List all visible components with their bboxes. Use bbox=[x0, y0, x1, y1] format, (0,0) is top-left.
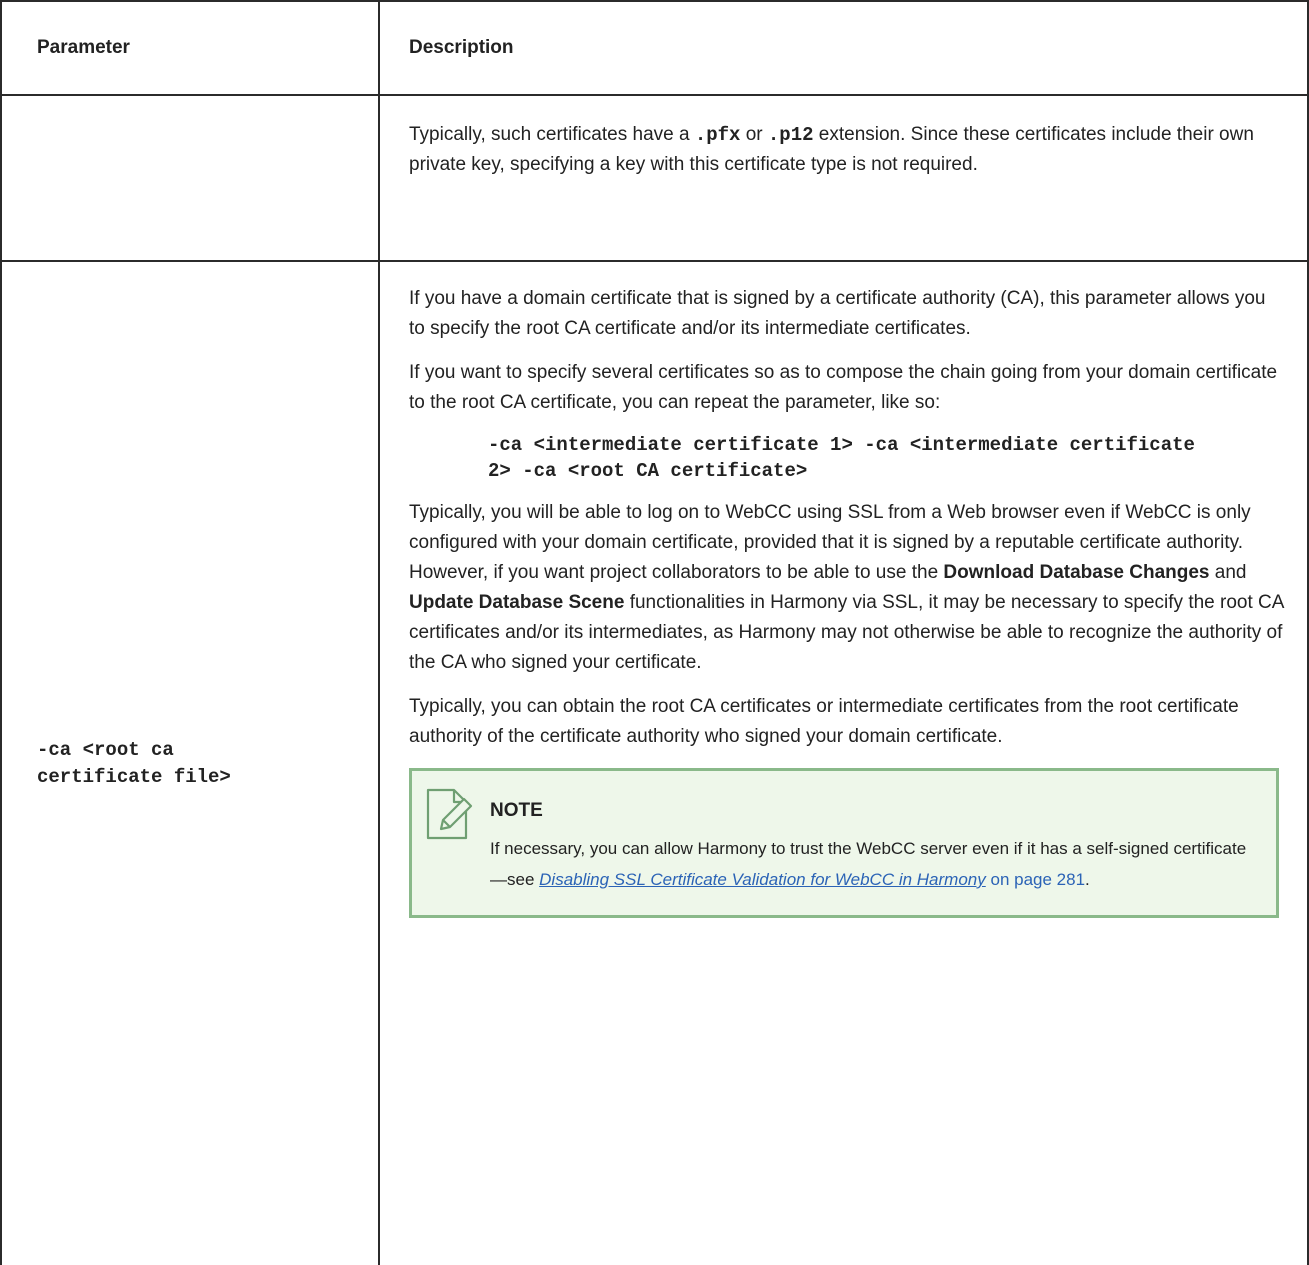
note-body: If necessary, you can allow Harmony to t… bbox=[490, 833, 1252, 895]
extension-p12: .p12 bbox=[767, 124, 814, 146]
description-cell: Typically, such certificates have a .pfx… bbox=[378, 94, 1309, 262]
parameter-name: -ca <root ca certificate file> bbox=[37, 738, 231, 788]
parameter-cell: -ca <root ca certificate file> bbox=[0, 260, 380, 1265]
ssl-validation-link[interactable]: Disabling SSL Certificate Validation for… bbox=[539, 870, 986, 889]
header-description: Description bbox=[378, 0, 1309, 96]
page-reference-link[interactable]: on page 281 bbox=[990, 870, 1085, 889]
code-example: -ca <intermediate certificate 1> -ca <in… bbox=[488, 434, 1195, 482]
parameter-table: Parameter Description Typically, such ce… bbox=[0, 0, 1309, 1265]
table-row: -ca <root ca certificate file> If you ha… bbox=[0, 260, 1309, 1265]
description-cell: If you have a domain certificate that is… bbox=[378, 260, 1309, 1265]
text-span: or bbox=[740, 124, 768, 145]
description-paragraph: Typically, you can obtain the root CA ce… bbox=[409, 696, 1239, 747]
description-paragraph: Typically, you will be able to log on to… bbox=[409, 498, 1285, 678]
note-box: NOTE If necessary, you can allow Harmony… bbox=[409, 768, 1279, 918]
note-title: NOTE bbox=[490, 800, 543, 821]
parameter-cell bbox=[0, 94, 380, 262]
description-paragraph: If you have a domain certificate that is… bbox=[409, 288, 1266, 339]
description-paragraph: If you want to specify several certifica… bbox=[409, 362, 1278, 413]
header-parameter: Parameter bbox=[0, 0, 380, 96]
table-row: Typically, such certificates have a .pfx… bbox=[0, 94, 1309, 262]
text-span: and bbox=[1209, 562, 1247, 583]
note-pencil-icon bbox=[426, 788, 473, 840]
table-header-row: Parameter Description bbox=[0, 0, 1309, 96]
extension-pfx: .pfx bbox=[694, 124, 741, 146]
ui-term-update-database-scene: Update Database Scene bbox=[409, 592, 625, 613]
text-span: . bbox=[1085, 870, 1090, 889]
ui-term-download-database-changes: Download Database Changes bbox=[943, 562, 1210, 583]
text-span: Typically, such certificates have a bbox=[409, 124, 695, 145]
description-paragraph: Typically, such certificates have a .pfx… bbox=[409, 120, 1285, 180]
